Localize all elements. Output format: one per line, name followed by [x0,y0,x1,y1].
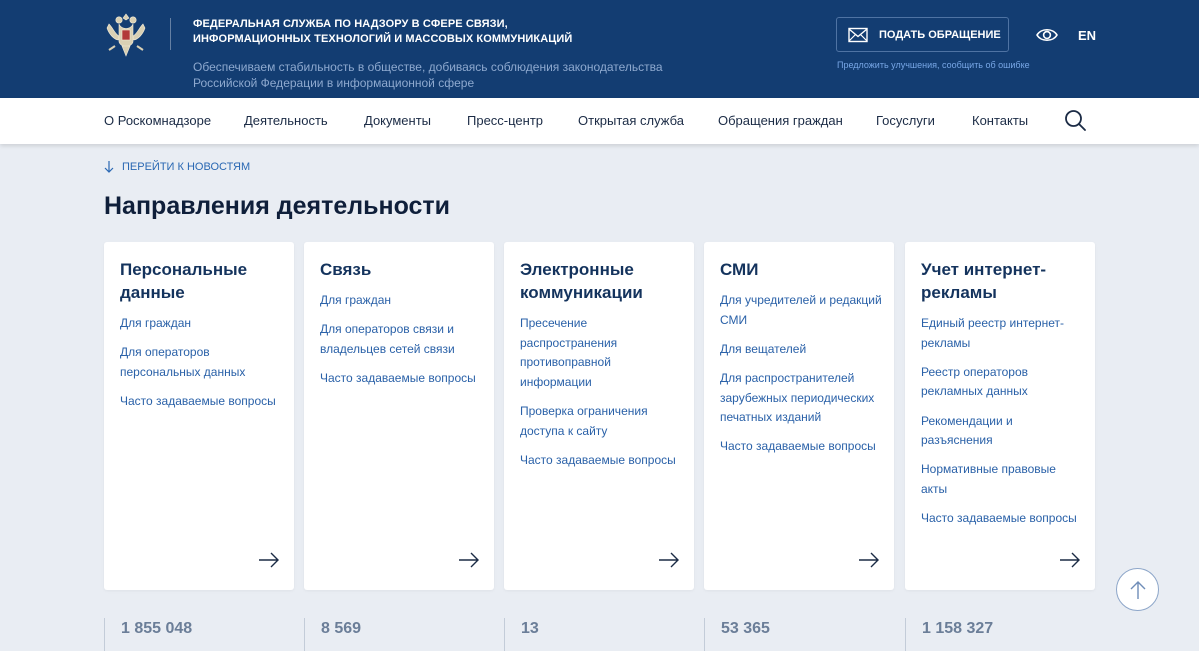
stat-mass-media: 53 365 [704,618,770,651]
nav-item-citizen-appeals[interactable]: Обращения граждан [718,113,843,128]
arrow-down-icon [104,161,114,173]
card-links: Для граждан Для операторов персональных … [120,314,284,421]
nav-item-gosuslugi[interactable]: Госуслуги [876,113,935,128]
card-link[interactable]: Часто задаваемые вопросы [720,437,884,457]
arrow-up-icon [1130,580,1145,599]
card-link[interactable]: Для учредителей и редакций СМИ [720,291,884,330]
card-links: Для учредителей и редакций СМИ Для вещат… [720,291,884,467]
card-links: Единый реестр интернет-рекламы Реестр оп… [921,314,1085,538]
direction-card-mass-media: СМИ Для учредителей и редакций СМИ Для в… [704,242,894,590]
envelope-icon [848,27,868,42]
card-link[interactable]: Реестр операторов рекламных данных [921,363,1085,402]
nav-item-about[interactable]: О Роскомнадзоре [104,113,211,128]
coat-of-arms-icon[interactable] [103,10,149,58]
stat-value: 8 569 [321,620,362,637]
agency-name-line1: ФЕДЕРАЛЬНАЯ СЛУЖБА ПО НАДЗОРУ В СФЕРЕ СВ… [193,18,508,30]
arrow-right-icon[interactable] [458,552,480,568]
stat-value: 1 158 327 [922,620,994,637]
arrow-right-icon[interactable] [858,552,880,568]
stat-electronic-communications: 13 [504,618,539,651]
card-link[interactable]: Для распространителей зарубежных периоди… [720,369,884,428]
direction-card-communications: Связь Для граждан Для операторов связи и… [304,242,494,590]
agency-motto: Обеспечиваем стабильность в обществе, до… [193,59,663,91]
arrow-right-icon[interactable] [1059,552,1081,568]
card-link[interactable]: Часто задаваемые вопросы [520,451,684,471]
stat-value: 53 365 [721,620,770,637]
search-icon[interactable] [1064,109,1086,131]
card-title[interactable]: Персональные данные [120,258,282,304]
section-title: Направления деятельности [104,192,451,220]
stat-personal-data: 1 855 048 [104,618,192,651]
arrow-right-icon[interactable] [658,552,680,568]
card-title[interactable]: СМИ [720,258,882,281]
card-links: Пресечение распространения противоправно… [520,314,684,480]
card-link[interactable]: Нормативные правовые акты [921,460,1085,499]
agency-name[interactable]: ФЕДЕРАЛЬНАЯ СЛУЖБА ПО НАДЗОРУ В СФЕРЕ СВ… [193,17,572,47]
eye-icon[interactable] [1036,26,1058,44]
card-link[interactable]: Рекомендации и разъяснения [921,412,1085,451]
skip-to-news-label: ПЕРЕЙТИ К НОВОСТЯМ [122,161,251,173]
motto-line1: Обеспечиваем стабильность в обществе, до… [193,60,663,74]
stat-communications: 8 569 [304,618,361,651]
skip-to-news-link[interactable]: ПЕРЕЙТИ К НОВОСТЯМ [104,161,250,173]
card-link[interactable]: Часто задаваемые вопросы [921,509,1085,529]
card-link[interactable]: Пресечение распространения противоправно… [520,314,684,392]
nav-item-documents[interactable]: Документы [364,113,431,128]
card-link[interactable]: Проверка ограничения доступа к сайту [520,402,684,441]
card-title[interactable]: Связь [320,258,482,281]
card-title[interactable]: Электронные коммуникации [520,258,682,304]
site-header: ФЕДЕРАЛЬНАЯ СЛУЖБА ПО НАДЗОРУ В СФЕРЕ СВ… [0,0,1199,98]
card-links: Для граждан Для операторов связи и владе… [320,291,484,398]
direction-card-internet-ads: Учет интернет-рекламы Единый реестр инте… [905,242,1095,590]
card-link[interactable]: Для операторов персональных данных [120,343,284,382]
stat-value: 1 855 048 [121,620,193,637]
card-link[interactable]: Для вещателей [720,340,884,360]
submit-appeal-button[interactable]: ПОДАТЬ ОБРАЩЕНИЕ [836,17,1009,52]
nav-item-activity[interactable]: Деятельность [244,113,328,128]
nav-item-contacts[interactable]: Контакты [972,113,1028,128]
stat-value: 13 [521,620,539,637]
main-nav: О Роскомнадзоре Деятельность Документы П… [0,98,1199,144]
card-link[interactable]: Для операторов связи и владельцев сетей … [320,320,484,359]
nav-item-open-service[interactable]: Открытая служба [578,113,684,128]
arrow-right-icon[interactable] [258,552,280,568]
direction-card-electronic-communications: Электронные коммуникации Пресечение расп… [504,242,694,590]
card-link[interactable]: Для граждан [120,314,284,334]
direction-card-personal-data: Персональные данные Для граждан Для опер… [104,242,294,590]
submit-appeal-label: ПОДАТЬ ОБРАЩЕНИЕ [879,28,1001,41]
stat-internet-ads: 1 158 327 [905,618,993,651]
card-link[interactable]: Единый реестр интернет-рекламы [921,314,1085,353]
nav-item-press-center[interactable]: Пресс-центр [467,113,543,128]
motto-line2: Российской Федерации в информационной сф… [193,76,475,90]
agency-name-line2: ИНФОРМАЦИОННЫХ ТЕХНОЛОГИЙ И МАССОВЫХ КОМ… [193,33,573,45]
card-link[interactable]: Часто задаваемые вопросы [120,392,284,412]
feedback-link[interactable]: Предложить улучшения, сообщить об ошибке [837,60,1030,70]
card-title[interactable]: Учет интернет-рекламы [921,258,1083,304]
language-switch[interactable]: EN [1078,28,1096,43]
scroll-to-top-button[interactable] [1116,568,1159,611]
card-link[interactable]: Для граждан [320,291,484,311]
header-divider [170,18,171,50]
card-link[interactable]: Часто задаваемые вопросы [320,369,484,389]
